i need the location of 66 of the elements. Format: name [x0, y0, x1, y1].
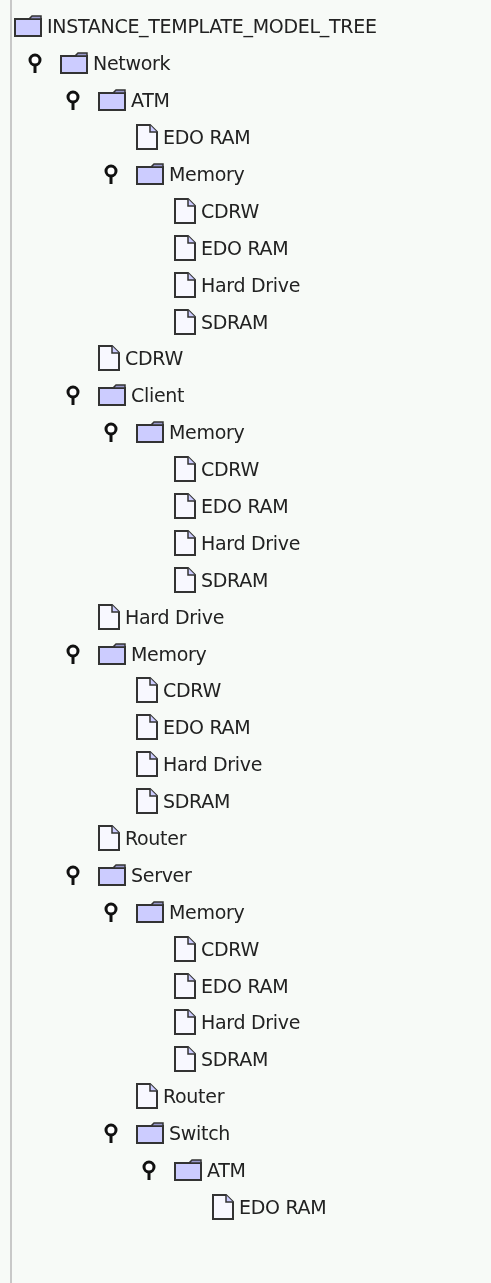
document-icon: [174, 308, 196, 335]
tree-node-label[interactable]: EDO RAM: [163, 716, 251, 739]
tree-node-label[interactable]: Memory: [169, 900, 245, 923]
document-icon: [174, 197, 196, 224]
tree-node-label[interactable]: SDRAM: [163, 790, 230, 813]
folder-icon: [136, 1122, 164, 1145]
document-icon: [174, 493, 196, 519]
document-icon: [174, 1046, 196, 1073]
folder-icon: [98, 89, 126, 112]
tree-node-label[interactable]: ATM: [207, 1159, 246, 1182]
folder-icon: [174, 1159, 202, 1182]
tree-node-label[interactable]: Memory: [169, 421, 245, 444]
folder-icon: [136, 421, 164, 444]
document-icon: [98, 345, 120, 372]
tree-node-label[interactable]: SDRAM: [201, 310, 268, 333]
document-icon: [174, 935, 196, 962]
tree-node-label[interactable]: CDRW: [201, 937, 259, 960]
tree-node-label[interactable]: Memory: [131, 642, 207, 665]
folder-icon: [98, 863, 126, 886]
tree-node-label[interactable]: CDRW: [201, 458, 259, 481]
tree-node-label[interactable]: CDRW: [201, 199, 259, 222]
tree-node-label[interactable]: Server: [131, 863, 192, 886]
document-icon: [136, 124, 158, 151]
document-icon: [174, 1009, 196, 1036]
tree-node-label[interactable]: Switch: [169, 1122, 231, 1145]
document-icon: [174, 972, 196, 999]
folder-icon: [14, 15, 42, 38]
document-icon: [136, 788, 158, 815]
document-icon: [212, 1193, 234, 1220]
tree-node-label[interactable]: INSTANCE_TEMPLATE_MODEL_TREE: [47, 15, 377, 38]
document-icon: [98, 603, 120, 630]
tree-node-label[interactable]: EDO RAM: [163, 126, 251, 149]
document-icon: [174, 566, 196, 593]
document-icon: [174, 271, 196, 298]
folder-icon: [98, 384, 126, 407]
tree-node-label[interactable]: Hard Drive: [201, 531, 301, 554]
document-icon: [136, 677, 158, 704]
document-icon: [174, 529, 196, 556]
tree-node-label[interactable]: ATM: [131, 89, 170, 112]
tree-node-label[interactable]: Client: [131, 384, 185, 407]
tree-node-label[interactable]: EDO RAM: [201, 495, 289, 517]
folder-icon: [98, 642, 126, 665]
document-icon: [174, 456, 196, 483]
folder-icon: [136, 163, 164, 185]
tree-node-label[interactable]: EDO RAM: [239, 1195, 327, 1218]
tree-node-label[interactable]: Hard Drive: [125, 605, 225, 628]
tree-node-label[interactable]: Hard Drive: [163, 753, 263, 776]
tree-node-label[interactable]: Hard Drive: [201, 273, 301, 296]
tree-node-label[interactable]: SDRAM: [201, 568, 268, 591]
tree-node-label[interactable]: EDO RAM: [201, 974, 289, 997]
tree-node-label[interactable]: CDRW: [163, 679, 221, 702]
tree-node-label[interactable]: Hard Drive: [201, 1011, 301, 1034]
tree-node-label[interactable]: Router: [125, 827, 187, 850]
document-icon: [98, 825, 120, 852]
document-icon: [136, 1083, 158, 1110]
document-icon: [136, 714, 158, 741]
tree-node-label[interactable]: Network: [93, 52, 171, 75]
folder-icon: [60, 52, 88, 75]
document-icon: [136, 751, 158, 778]
tree-node-label[interactable]: Router: [163, 1085, 225, 1108]
document-icon: [174, 234, 196, 261]
tree-node-label[interactable]: CDRW: [125, 347, 183, 370]
tree-node-label[interactable]: Memory: [169, 163, 245, 185]
tree-node-label[interactable]: SDRAM: [201, 1048, 268, 1071]
tree-node-label[interactable]: EDO RAM: [201, 236, 289, 259]
folder-icon: [136, 900, 164, 923]
